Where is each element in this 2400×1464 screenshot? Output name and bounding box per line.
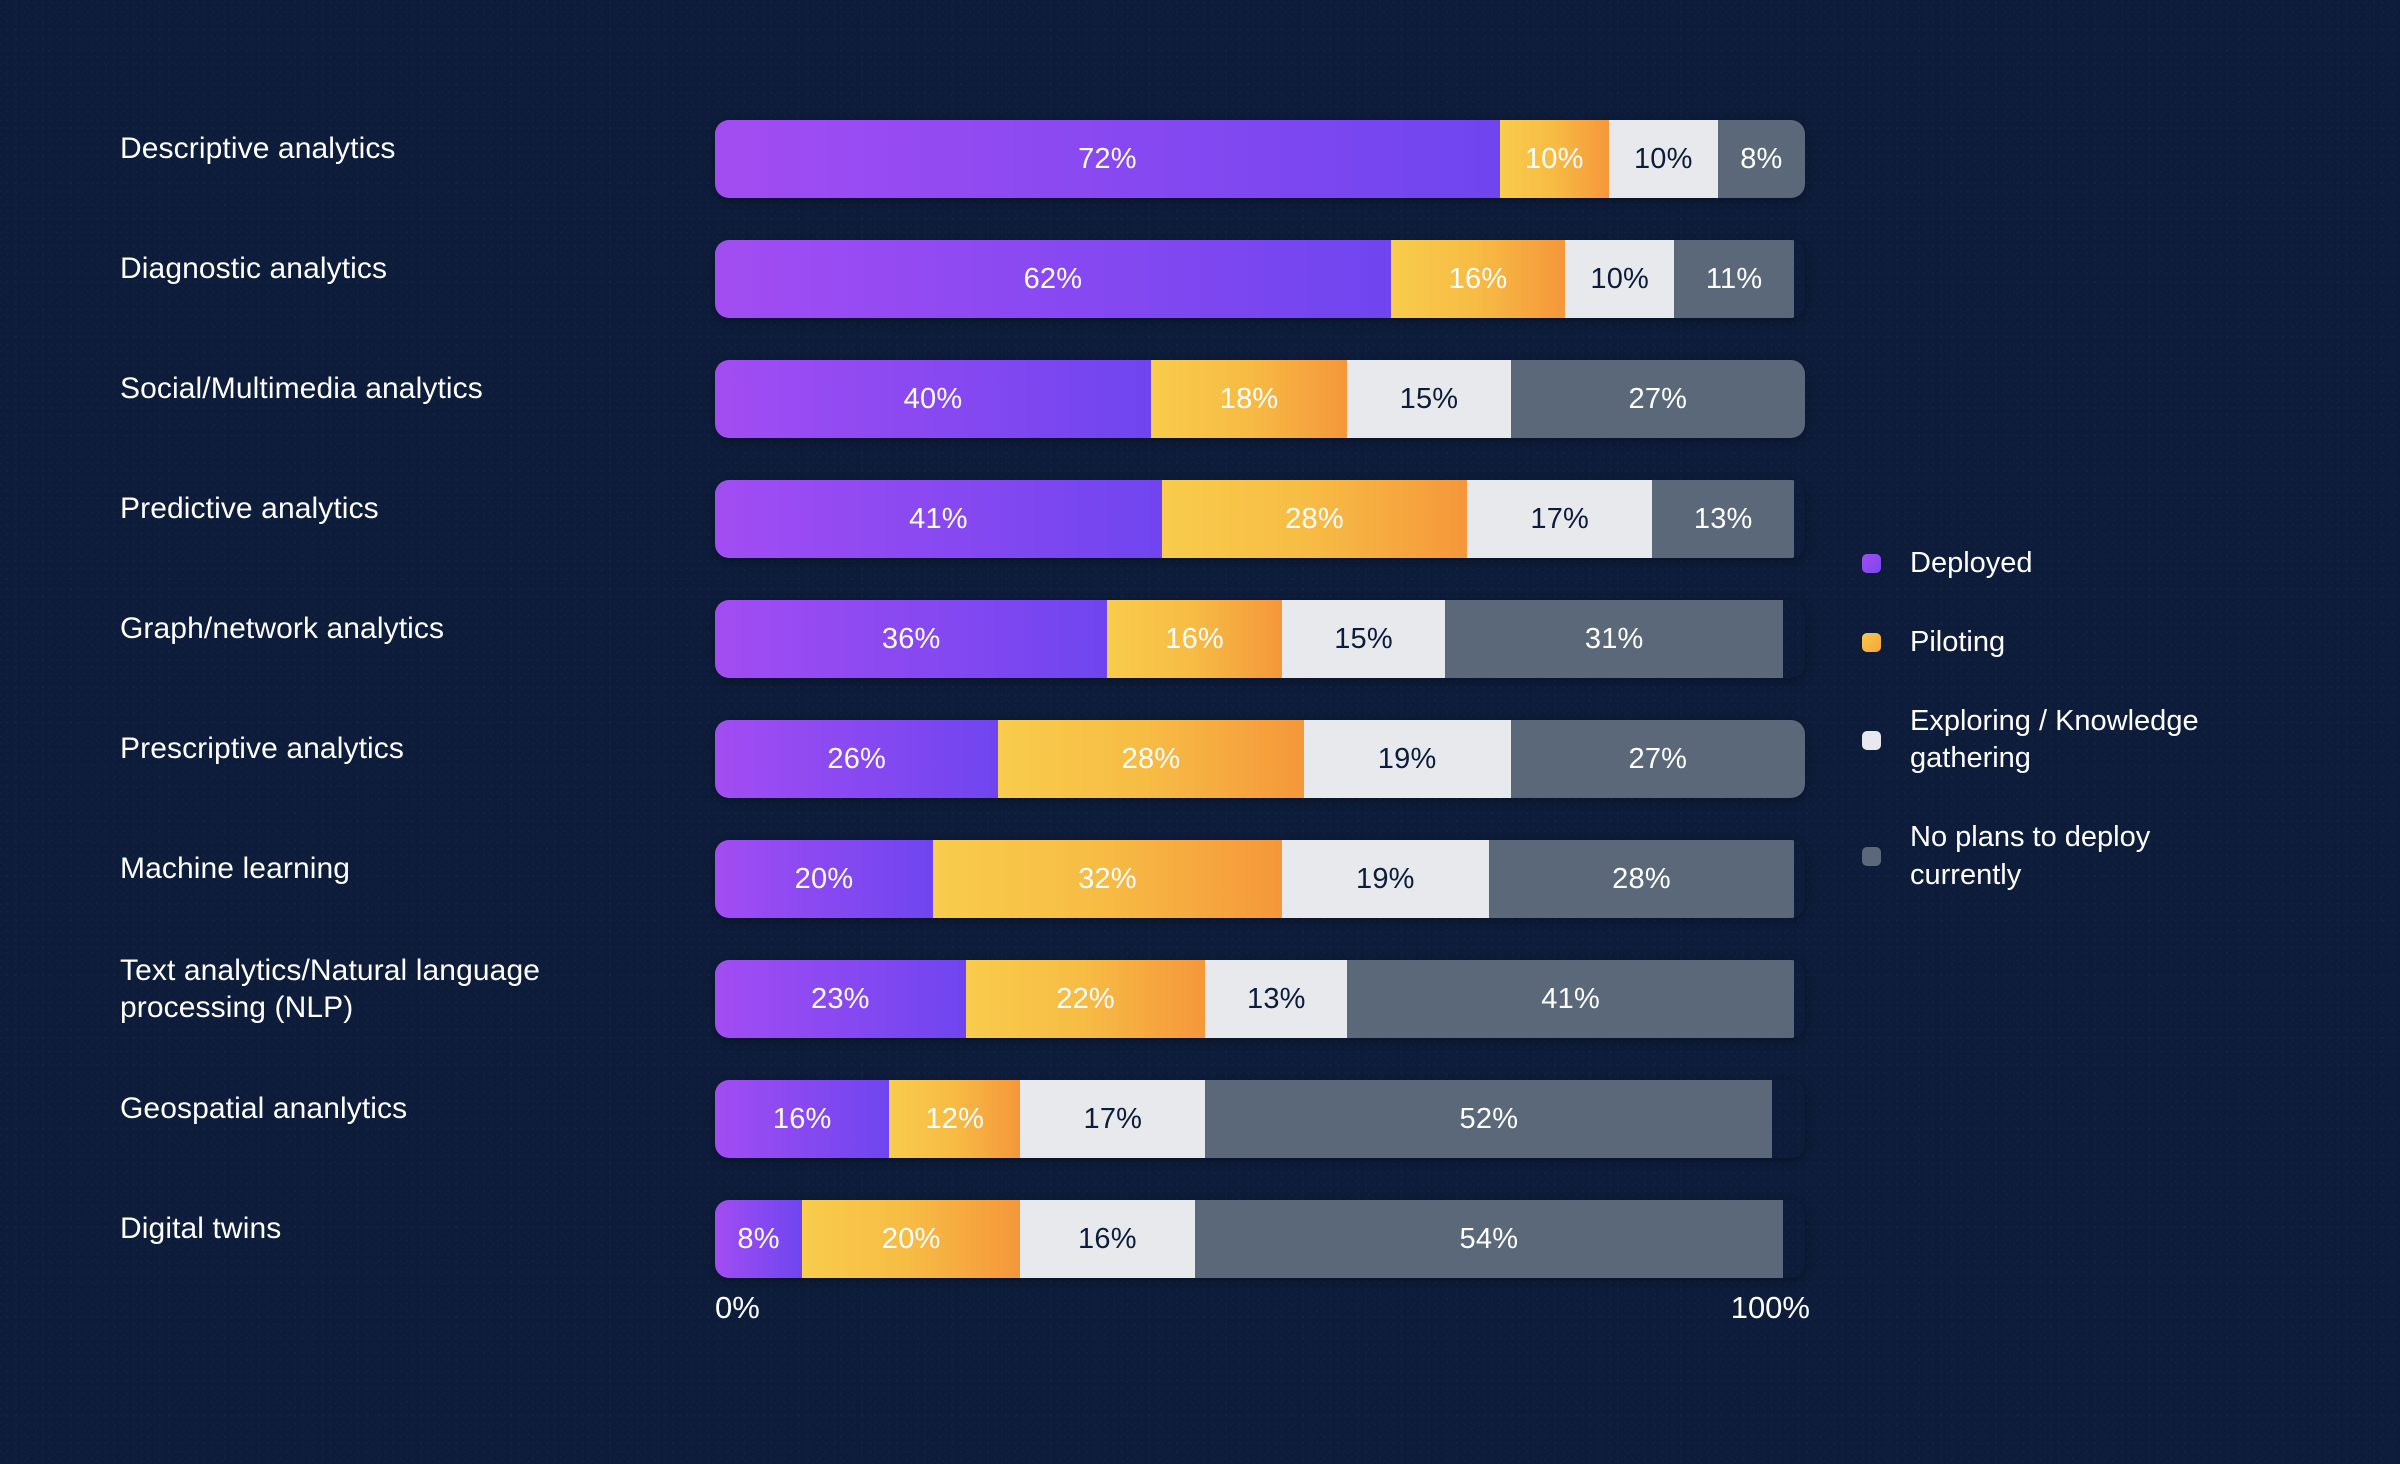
bar-segment-piloting: 18%: [1151, 360, 1348, 438]
bar-track: 20% 32% 19% 28%: [715, 840, 1805, 918]
bar-segment-deployed: 36%: [715, 600, 1108, 678]
bar-segment-noplans: 54%: [1194, 1200, 1784, 1278]
bar-segment-exploring: 15%: [1281, 600, 1446, 678]
category-label: Geospatial ananlytics: [120, 1092, 408, 1126]
legend-label: Deployed: [1910, 547, 2033, 579]
category-label: Prescriptive analytics: [120, 732, 404, 766]
category-label: Graph/network analytics: [120, 612, 445, 646]
bar-segment-piloting: 10%: [1499, 120, 1609, 198]
bar-segment-noplans: 27%: [1510, 360, 1805, 438]
bar-track: 41% 28% 17% 13%: [715, 480, 1805, 558]
bar-segment-exploring: 15%: [1347, 360, 1511, 438]
bar-segment-deployed: 16%: [715, 1080, 890, 1158]
legend-swatch-piloting-icon: [1862, 633, 1881, 653]
bar-segment-piloting: 28%: [998, 720, 1304, 798]
chart-legend: Deployed Piloting Exploring / Knowledge ga…: [1862, 545, 2342, 936]
bar-segment-noplans: 27%: [1510, 720, 1805, 798]
bar-track: 72% 10% 10% 8%: [715, 120, 1805, 198]
bar-track: 26% 28% 19% 27%: [715, 720, 1805, 798]
bar-segment-exploring: 17%: [1020, 1080, 1206, 1158]
category-label: Social/Multimedia analytics: [120, 372, 483, 406]
bar-segment-noplans: 52%: [1205, 1080, 1773, 1158]
bar-segment-deployed: 23%: [715, 960, 966, 1038]
bar-segment-deployed: 72%: [715, 120, 1500, 198]
bar-segment-noplans: 8%: [1717, 120, 1805, 198]
bar-segment-exploring: 19%: [1281, 840, 1489, 918]
legend-item[interactable]: Deployed: [1862, 545, 2342, 582]
bar-row: Geospatial ananlytics 16% 12% 17% 52%: [0, 1070, 2400, 1190]
legend-item[interactable]: No plans to deploy currently: [1862, 819, 2342, 893]
bar-segment-piloting: 16%: [1390, 240, 1566, 318]
category-label: Machine learning: [120, 852, 351, 886]
bar-segment-deployed: 41%: [715, 480, 1162, 558]
legend-label: No plans to deploy currently: [1910, 821, 2151, 891]
bar-segment-piloting: 12%: [889, 1080, 1021, 1158]
legend-swatch-exploring-icon: [1862, 730, 1881, 750]
legend-swatch-noplans-icon: [1862, 847, 1881, 867]
bar-segment-exploring: 13%: [1205, 960, 1348, 1038]
bar-segment-noplans: 11%: [1674, 240, 1795, 318]
category-label: Digital twins: [120, 1212, 282, 1246]
bar-row: Descriptive analytics 72% 10% 10% 8%: [0, 110, 2400, 230]
bar-segment-piloting: 20%: [802, 1200, 1021, 1278]
category-label: Predictive analytics: [120, 492, 379, 526]
bar-segment-deployed: 8%: [715, 1200, 803, 1278]
bar-segment-noplans: 28%: [1488, 840, 1795, 918]
bar-track: 8% 20% 16% 54%: [715, 1200, 1805, 1278]
bar-segment-exploring: 16%: [1020, 1200, 1195, 1278]
bar-segment-piloting: 28%: [1161, 480, 1468, 558]
bar-segment-piloting: 22%: [965, 960, 1206, 1038]
bar-row: Diagnostic analytics 62% 16% 10% 11%: [0, 230, 2400, 350]
axis-label-max: 100%: [1730, 1290, 1810, 1325]
bar-track: 16% 12% 17% 52%: [715, 1080, 1805, 1158]
x-axis: 0% 100%: [715, 1290, 1810, 1326]
bar-segment-noplans: 41%: [1347, 960, 1795, 1038]
legend-label: Exploring / Knowledge gathering: [1910, 705, 2199, 775]
category-label: Descriptive analytics: [120, 132, 396, 166]
bar-segment-deployed: 20%: [715, 840, 933, 918]
category-label: Text analytics/Natural language processi…: [120, 953, 541, 1025]
legend-label: Piloting: [1910, 626, 2006, 659]
bar-track: 40% 18% 15% 27%: [715, 360, 1805, 438]
bar-segment-piloting: 16%: [1107, 600, 1282, 678]
bar-segment-exploring: 17%: [1467, 480, 1653, 558]
bar-track: 23% 22% 13% 41%: [715, 960, 1805, 1038]
bar-row: Social/Multimedia analytics 40% 18% 15% 27%: [0, 350, 2400, 470]
bar-segment-noplans: 13%: [1652, 480, 1795, 558]
axis-label-min: 0%: [715, 1290, 760, 1325]
bar-segment-noplans: 31%: [1445, 600, 1784, 678]
bar-segment-deployed: 62%: [715, 240, 1391, 318]
bar-track: 36% 16% 15% 31%: [715, 600, 1805, 678]
bar-segment-exploring: 10%: [1565, 240, 1675, 318]
category-label: Diagnostic analytics: [120, 252, 388, 286]
bar-segment-deployed: 26%: [715, 720, 999, 798]
bar-row: Text analytics/Natural language processi…: [0, 950, 2400, 1070]
legend-item[interactable]: Piloting: [1862, 624, 2342, 661]
bar-segment-exploring: 10%: [1608, 120, 1718, 198]
bar-segment-piloting: 32%: [933, 840, 1282, 918]
legend-swatch-deployed-icon: [1862, 554, 1881, 574]
bar-segment-deployed: 40%: [715, 360, 1151, 438]
bar-track: 62% 16% 10% 11%: [715, 240, 1805, 318]
stacked-bar-chart: Descriptive analytics 72% 10% 10% 8% Diagnost…: [0, 0, 2400, 1464]
legend-item[interactable]: Exploring / Knowledge gathering: [1862, 703, 2342, 777]
bar-segment-exploring: 19%: [1303, 720, 1511, 798]
